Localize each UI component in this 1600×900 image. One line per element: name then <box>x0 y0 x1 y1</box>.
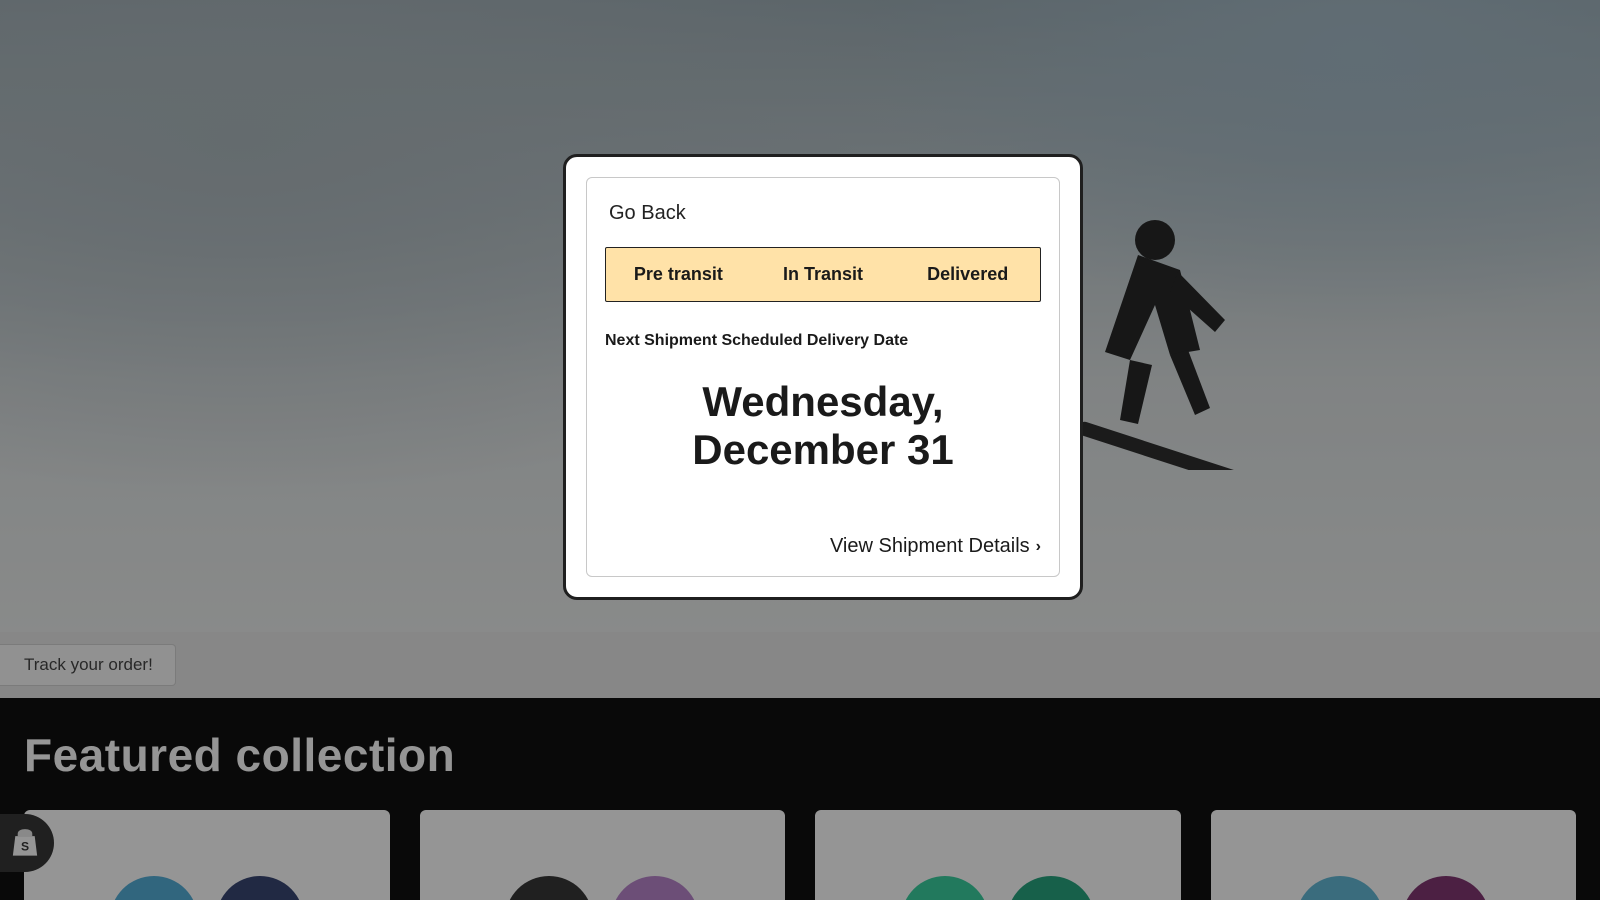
status-delivered[interactable]: Delivered <box>895 248 1040 301</box>
shipment-modal-inner: Go Back Pre transit In Transit Delivered… <box>586 177 1060 577</box>
shipment-status-bar: Pre transit In Transit Delivered <box>605 247 1041 302</box>
page-root: Track your order! Featured collection <box>0 0 1600 900</box>
delivery-date: Wednesday, December 31 <box>605 378 1041 475</box>
go-back-button[interactable]: Go Back <box>605 200 690 227</box>
status-pre-transit[interactable]: Pre transit <box>606 248 751 301</box>
view-details-label: View Shipment Details <box>830 535 1030 558</box>
view-shipment-details-button[interactable]: View Shipment Details › <box>830 495 1041 558</box>
next-shipment-label: Next Shipment Scheduled Delivery Date <box>605 332 1041 350</box>
chevron-right-icon: › <box>1036 538 1041 556</box>
shipment-modal: Go Back Pre transit In Transit Delivered… <box>563 154 1083 600</box>
status-in-transit[interactable]: In Transit <box>751 248 896 301</box>
